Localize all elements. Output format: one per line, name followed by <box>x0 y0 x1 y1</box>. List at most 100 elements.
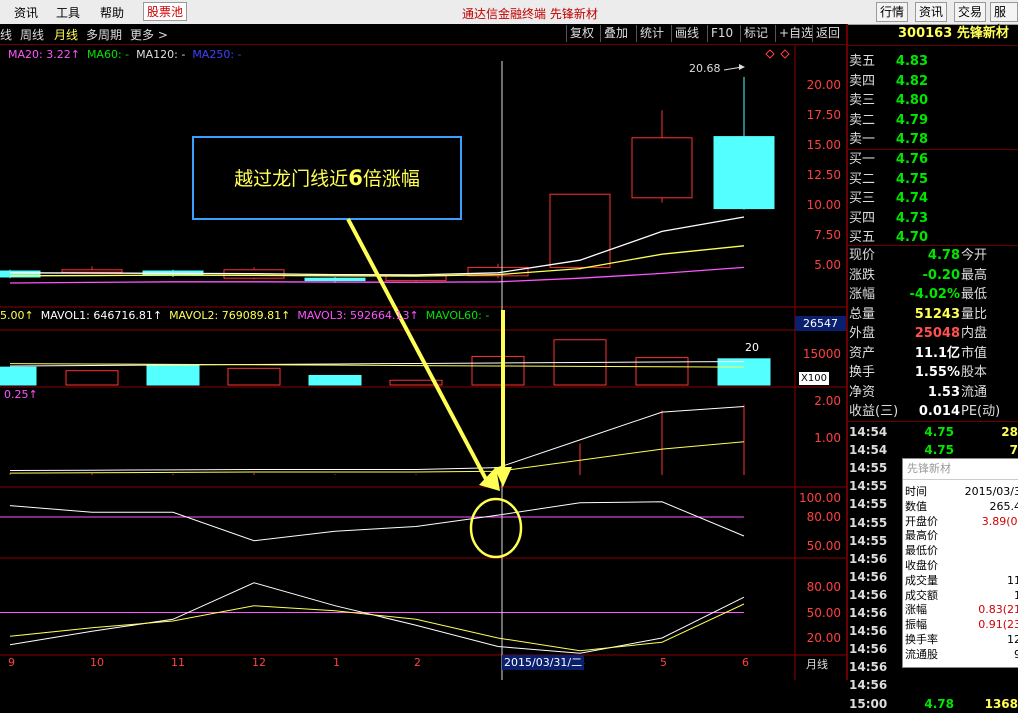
bid-row: 买三 4.74 <box>849 189 1018 208</box>
period-more[interactable]: 更多 > <box>130 26 168 43</box>
tick-time: 14:56 <box>849 624 888 639</box>
btn-back[interactable]: 返回 <box>812 25 843 42</box>
legend-ma20: MA20: 3.22↑ <box>8 48 80 61</box>
tick-time: 14:56 <box>849 678 888 693</box>
quote-field-value: -0.20 <box>922 267 960 283</box>
popup-value: 0.83(21 <box>978 603 1018 617</box>
btn-news[interactable]: 资讯 <box>915 2 948 22</box>
ask-price: 4.82 <box>895 73 928 89</box>
bid-price: 4.75 <box>895 171 928 187</box>
indicator2-panel <box>0 501 745 542</box>
quote-field-value: -4.02% <box>909 287 961 302</box>
legend-ma60: MA60: - <box>86 48 130 61</box>
divider <box>848 45 1018 46</box>
legend-mavol3: MAVOL3: 592664.13↑ <box>297 309 419 322</box>
quote-info-row: 收益(三) 0.014 PE(动) <box>849 402 1018 421</box>
tick-time: 15:00 <box>849 696 888 711</box>
divider <box>848 421 1018 422</box>
ask-row: 卖一 4.78 <box>849 130 1018 149</box>
quote-field-value: 0.014 <box>918 404 960 419</box>
bid-price: 4.74 <box>895 191 928 206</box>
quote-field-label-2: 今开 <box>961 248 988 263</box>
popup-row: 收盘价 <box>903 559 1018 573</box>
quote-field-label-2: 内盘 <box>961 326 988 341</box>
tick-time: 14:55 <box>849 479 888 494</box>
popup-label: 开盘价 <box>905 514 938 528</box>
btn-market[interactable]: 行情 <box>876 2 909 22</box>
menu-news[interactable]: 资讯 <box>14 4 38 21</box>
ask-row: 卖三 4.80 <box>849 91 1018 110</box>
btn-stats[interactable]: 统计 <box>636 25 667 42</box>
y-tick-price: 17.50 <box>806 108 841 122</box>
tick-volume: 1368 <box>984 696 1018 711</box>
btn-trade[interactable]: 交易 <box>954 2 987 22</box>
y-tick-price: 5.00 <box>814 258 841 272</box>
x-axis-label: 5 <box>660 656 667 669</box>
menu-help[interactable]: 帮助 <box>100 4 124 21</box>
bid-label: 买四 <box>849 210 876 226</box>
quote-field-value: 1.53 <box>927 384 960 400</box>
ind3-line-white <box>9 582 745 654</box>
volume-bar <box>717 358 771 386</box>
indicator3-panel <box>0 582 745 654</box>
ask-label: 卖二 <box>849 112 876 128</box>
y-tick-ind1: 2.00 <box>814 394 841 408</box>
btn-adjust[interactable]: 复权 <box>566 25 597 42</box>
popup-value: 1 <box>1014 588 1018 602</box>
quote-field-label-2: 最高 <box>961 267 988 283</box>
y-tick-ind3: 80.00 <box>806 580 841 594</box>
x-axis-label: 1 <box>333 656 340 669</box>
tick-time: 14:55 <box>849 497 888 512</box>
ask-label: 卖三 <box>849 93 876 108</box>
btn-draw[interactable]: 画线 <box>671 25 702 42</box>
btn-service[interactable]: 服务 <box>990 2 1018 37</box>
quote-field-label-2: 股本 <box>961 365 988 380</box>
stock-name: 先锋新材 <box>956 26 1009 41</box>
ind1-line-yellow <box>9 441 745 474</box>
x-axis-label: 2 <box>414 656 421 669</box>
quote-field-label-2: 量比 <box>961 306 988 322</box>
btn-overlay[interactable]: 叠加 <box>600 25 631 42</box>
tick-row: 15:00 4.78 1368 <box>848 695 1018 713</box>
period-month[interactable]: 月线 <box>54 26 78 43</box>
volume-panel <box>0 339 771 386</box>
candle-body <box>631 137 693 199</box>
tick-price: 4.75 <box>924 443 954 458</box>
y-tick-ind2: 80.00 <box>806 510 841 524</box>
menu-stock-pool[interactable]: 股票池 <box>143 2 188 21</box>
quote-info-row: 现价 4.78 今开 <box>849 246 1018 265</box>
ind1-line-white <box>9 406 745 472</box>
popup-row: 振幅 0.91(23 <box>903 618 1018 632</box>
popup-value: 3.89(0. <box>981 514 1018 528</box>
volume-bar <box>308 374 362 386</box>
high-marker-arrow-icon <box>739 64 745 70</box>
popup-row: 成交量 11 <box>903 574 1018 588</box>
quote-info-row: 涨幅 -4.02% 最低 <box>849 285 1018 304</box>
tick-time: 14:55 <box>849 515 888 530</box>
popup-value: 11 <box>1007 573 1018 587</box>
tick-time: 14:56 <box>849 606 888 620</box>
tick-time: 14:56 <box>849 660 888 675</box>
bid-row: 买二 4.75 <box>849 170 1018 189</box>
menu-tools[interactable]: 工具 <box>56 4 80 21</box>
period-multi[interactable]: 多周期 <box>86 26 122 43</box>
tick-time: 14:56 <box>849 569 888 584</box>
x-axis-label: 10 <box>90 656 104 669</box>
btn-add-watch[interactable]: +自选 <box>775 25 816 42</box>
ask-price: 4.78 <box>895 132 928 147</box>
y-tick-volume: 15000 <box>802 347 841 361</box>
y-tick-price: 7.50 <box>814 228 841 242</box>
popup-row: 最高价 <box>903 529 1018 543</box>
period-week[interactable]: 周线 <box>20 26 44 43</box>
btn-mark[interactable]: 标记 <box>740 25 771 42</box>
diamond-icon <box>765 49 775 59</box>
bid-label: 买三 <box>849 191 876 206</box>
y-tick-price: 12.50 <box>806 168 841 182</box>
quote-field-value: 11.1亿 <box>914 345 960 361</box>
stock-header: 300163 先锋新材 <box>848 24 1018 44</box>
ask-label: 卖五 <box>849 54 876 69</box>
btn-f10[interactable]: F10 <box>707 25 736 42</box>
period-day[interactable]: 线 <box>0 26 12 43</box>
tick-price: 4.78 <box>924 696 954 711</box>
popup-row: 数值 265.4 <box>903 500 1018 514</box>
